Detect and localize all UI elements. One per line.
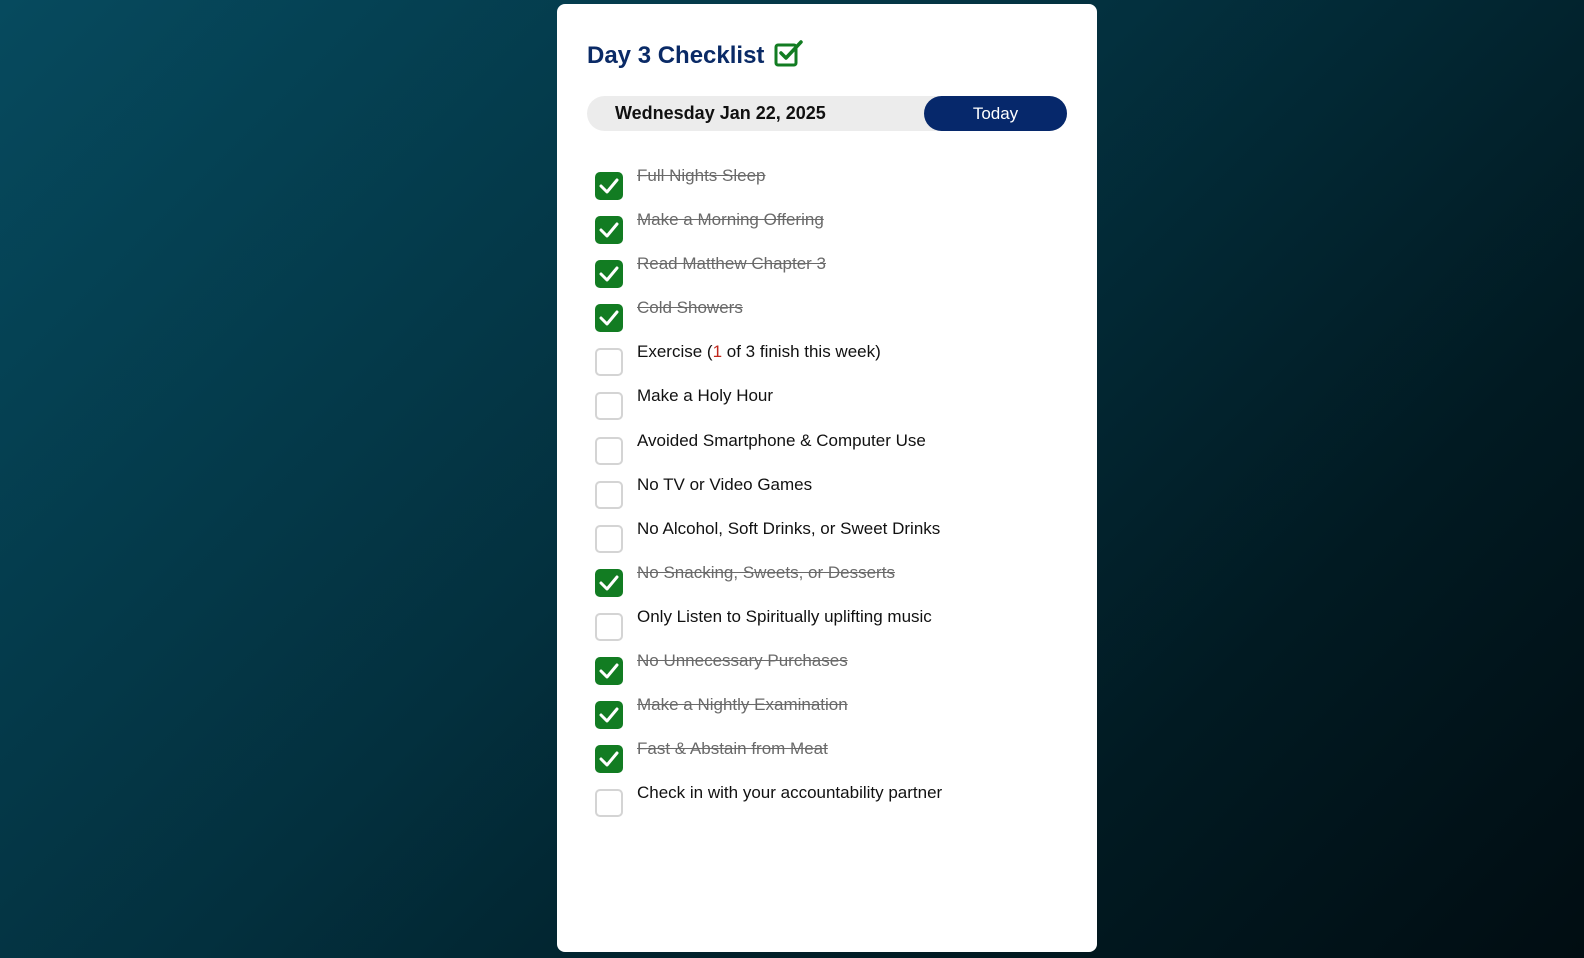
checkbox[interactable]	[595, 657, 623, 686]
checkmark-icon	[599, 178, 619, 194]
list-item: Make a Nightly Examination	[595, 693, 1075, 737]
item-label: Full Nights Sleep	[637, 166, 766, 185]
checklist-card: Day 3 Checklist Wednesday Jan 22, 2025 T…	[557, 4, 1097, 952]
checkbox[interactable]	[595, 392, 623, 421]
checkbox[interactable]	[595, 304, 623, 333]
list-item: Avoided Smartphone & Computer Use	[595, 429, 1075, 473]
list-item: No Alcohol, Soft Drinks, or Sweet Drinks	[595, 517, 1075, 561]
title-row: Day 3 Checklist	[587, 39, 804, 70]
checkmark-icon	[599, 222, 619, 238]
list-item: No Snacking, Sweets, or Desserts	[595, 561, 1075, 605]
item-label: Only Listen to Spiritually uplifting mus…	[637, 606, 932, 626]
date-bar: Wednesday Jan 22, 2025 Today	[587, 96, 1067, 131]
checklist: Full Nights Sleep Make a Morning Offerin…	[595, 164, 1075, 825]
list-item: Only Listen to Spiritually uplifting mus…	[595, 605, 1075, 649]
item-label: Avoided Smartphone & Computer Use	[637, 430, 926, 450]
item-label: No TV or Video Games	[637, 474, 813, 494]
item-label-prefix: Exercise (	[637, 342, 713, 362]
item-label: Fast & Abstain from Meat	[637, 739, 828, 759]
checkbox[interactable]	[595, 260, 623, 289]
list-item: Full Nights Sleep	[595, 164, 1075, 208]
list-item: Read Matthew Chapter 3	[595, 252, 1075, 296]
checkmark-icon	[599, 707, 619, 723]
item-label: Check in with your accountability partne…	[637, 783, 943, 803]
current-date: Wednesday Jan 22, 2025	[615, 103, 826, 123]
item-label: Read Matthew Chapter 3	[637, 254, 826, 274]
item-label-suffix: of 3 finish this week)	[722, 342, 881, 362]
list-item: Cold Showers	[595, 296, 1075, 340]
checkbox[interactable]	[595, 701, 623, 730]
checkbox[interactable]	[595, 216, 623, 245]
list-item: No TV or Video Games	[595, 473, 1075, 517]
item-label: Make a Holy Hour	[637, 386, 774, 406]
list-item: No Unnecessary Purchases	[595, 649, 1075, 693]
page-title: Day 3 Checklist	[587, 42, 765, 69]
checkbox[interactable]	[595, 568, 623, 597]
check-square-icon	[774, 39, 804, 67]
checkmark-icon	[599, 266, 619, 282]
item-label: No Unnecessary Purchases	[637, 651, 848, 671]
checkbox[interactable]	[595, 745, 623, 774]
item-label: Exercise (1 of 3 finish this week)	[637, 342, 881, 362]
exercise-count: 1	[712, 342, 723, 362]
list-item: Check in with your accountability partne…	[595, 781, 1075, 825]
list-item: Make a Morning Offering	[595, 208, 1075, 252]
checkbox[interactable]	[595, 524, 623, 553]
list-item: Make a Holy Hour	[595, 384, 1075, 428]
today-button[interactable]: Today	[924, 96, 1067, 131]
checkbox[interactable]	[595, 172, 623, 200]
checkbox[interactable]	[595, 436, 623, 465]
checkbox[interactable]	[595, 789, 623, 818]
item-label: Make a Nightly Examination	[637, 695, 848, 715]
checkbox[interactable]	[595, 348, 623, 377]
list-item: Fast & Abstain from Meat	[595, 737, 1075, 781]
item-label: Cold Showers	[637, 298, 743, 318]
checkmark-icon	[599, 310, 619, 326]
item-label: No Snacking, Sweets, or Desserts	[637, 562, 895, 582]
checkmark-icon	[599, 663, 619, 679]
item-label: Make a Morning Offering	[637, 210, 824, 230]
checkmark-icon	[599, 751, 619, 767]
checkbox[interactable]	[595, 612, 623, 641]
checkbox[interactable]	[595, 480, 623, 509]
item-label: No Alcohol, Soft Drinks, or Sweet Drinks	[637, 518, 941, 538]
checkmark-icon	[599, 575, 619, 591]
list-item: Exercise (1 of 3 finish this week)	[595, 340, 1075, 384]
